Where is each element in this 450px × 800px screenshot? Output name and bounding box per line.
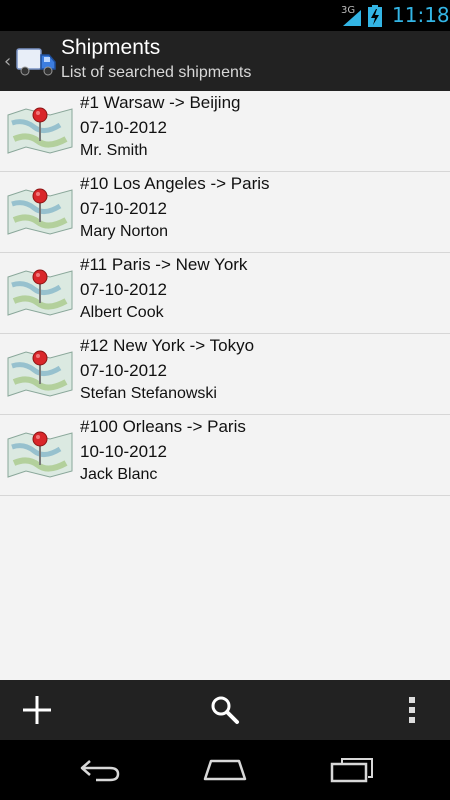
plus-icon [23, 696, 51, 724]
up-navigation-button[interactable]: ‹ [0, 31, 58, 91]
search-button[interactable] [195, 680, 255, 740]
home-icon [203, 759, 247, 781]
caret-left-icon: ‹ [4, 51, 12, 72]
map-pin-icon [4, 344, 76, 404]
map-pin-icon [4, 263, 76, 323]
recent-apps-button[interactable] [307, 740, 397, 800]
home-button[interactable] [180, 740, 270, 800]
overflow-menu-icon [409, 697, 415, 723]
system-nav-bar [0, 740, 450, 800]
add-button[interactable] [7, 680, 67, 740]
shipment-number: #10 [80, 174, 109, 193]
back-button[interactable] [55, 740, 145, 800]
shipment-recipient: Mr. Smith [80, 142, 148, 159]
shipment-date: 07-10-2012 [80, 199, 167, 218]
shipment-number: #11 [80, 255, 108, 274]
shipment-route: Los Angeles -> Paris [113, 174, 270, 193]
shipment-route: New York -> Tokyo [113, 336, 255, 355]
list-item[interactable]: #11 Paris -> New York 07-10-2012 Albert … [0, 253, 450, 334]
shipment-date: 07-10-2012 [80, 118, 167, 137]
map-pin-icon [4, 425, 76, 485]
truck-icon [16, 43, 58, 81]
shipment-route: Orleans -> Paris [122, 417, 246, 436]
shipment-recipient: Jack Blanc [80, 466, 158, 483]
recent-apps-icon [330, 758, 373, 783]
list-item[interactable]: #100 Orleans -> Paris 10-10-2012 Jack Bl… [0, 415, 450, 496]
page-title: Shipments [61, 36, 161, 59]
page-subtitle: List of searched shipments [61, 64, 252, 81]
shipment-number: #100 [80, 417, 118, 436]
signal-icon [341, 9, 363, 31]
map-pin-icon [4, 182, 76, 242]
shipment-list: #1 Warsaw -> Beijing 07-10-2012 Mr. Smit… [0, 91, 450, 496]
shipment-date: 07-10-2012 [80, 361, 167, 380]
action-bar: ‹ Shipments List of searched shipments [0, 31, 450, 91]
shipment-route: Warsaw -> Beijing [103, 93, 241, 112]
list-item[interactable]: #12 New York -> Tokyo 07-10-2012 Stefan … [0, 334, 450, 415]
shipment-date: 07-10-2012 [80, 280, 167, 299]
list-item[interactable]: #1 Warsaw -> Beijing 07-10-2012 Mr. Smit… [0, 91, 450, 172]
shipment-number: #12 [80, 336, 109, 355]
shipment-recipient: Mary Norton [80, 223, 169, 240]
list-item[interactable]: #10 Los Angeles -> Paris 07-10-2012 Mary… [0, 172, 450, 253]
status-bar: 3G 11:18 [0, 0, 450, 31]
status-time: 11:18 [392, 3, 450, 27]
back-icon [80, 760, 120, 782]
shipment-recipient: Stefan Stefanowski [80, 385, 217, 402]
battery-icon [368, 5, 382, 31]
shipment-recipient: Albert Cook [80, 304, 164, 321]
overflow-menu-button[interactable] [382, 680, 442, 740]
shipment-date: 10-10-2012 [80, 442, 167, 461]
shipment-route: Paris -> New York [111, 255, 248, 274]
search-icon [211, 696, 239, 724]
shipment-number: #1 [80, 93, 99, 112]
bottom-action-bar [0, 680, 450, 740]
map-pin-icon [4, 101, 76, 161]
